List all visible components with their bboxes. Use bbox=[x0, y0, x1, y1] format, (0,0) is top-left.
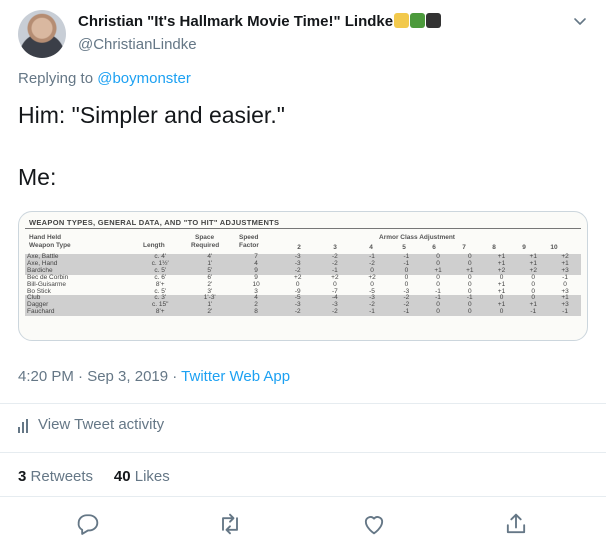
table-cell: -2 bbox=[316, 308, 354, 317]
weapon-table: Axe, Battle c. 4' 4' 7 -3 -2 -1 -1 0 0 +1 +1 +2 Axe, … bbox=[25, 253, 581, 317]
retweet-icon[interactable] bbox=[216, 510, 244, 538]
armor-class-header: 10 bbox=[550, 244, 558, 251]
armor-class-header: 5 bbox=[402, 244, 406, 251]
tweet-text-line-2: Me: bbox=[18, 164, 57, 190]
header-length: Length bbox=[143, 242, 165, 249]
header-speed: Speed bbox=[239, 234, 259, 241]
armor-class-header: 8 bbox=[492, 244, 496, 251]
table-row: Fauchard 8'+ 2' 8 -2 -2 -1 -1 0 0 0 -1 -1 bbox=[25, 308, 581, 317]
table-cell: Fauchard bbox=[25, 308, 134, 317]
divider bbox=[0, 452, 606, 453]
film-emoji-icon bbox=[394, 13, 410, 28]
replying-to: Replying to @boymonster bbox=[18, 70, 191, 87]
divider bbox=[0, 403, 606, 404]
tweet-meta: 4:20 PM · Sep 3, 2019 · Twitter Web App bbox=[18, 368, 290, 385]
header-space: Space bbox=[195, 234, 215, 241]
dragon-emoji-icon bbox=[410, 13, 426, 28]
header-armor-class: Armor Class Adjustment bbox=[379, 234, 455, 241]
replying-to-mention-link[interactable]: @boymonster bbox=[97, 70, 191, 87]
armor-class-header: 4 bbox=[369, 244, 373, 251]
tweet-text-line-1: Him: "Simpler and easier." bbox=[18, 102, 285, 128]
header-required: Required bbox=[191, 242, 220, 249]
table-title: WEAPON TYPES, GENERAL DATA, AND "TO HIT"… bbox=[29, 218, 280, 227]
table-cell: -1 bbox=[390, 308, 423, 317]
reply-icon[interactable] bbox=[74, 510, 102, 538]
tweet-stats: 3 Retweets 40 Likes bbox=[18, 468, 170, 485]
avatar[interactable] bbox=[18, 10, 66, 58]
table-cell: -1 bbox=[517, 308, 550, 317]
tweet-timestamp[interactable]: 4:20 PM · Sep 3, 2019 · bbox=[18, 368, 177, 385]
author-display-name[interactable]: Christian "It's Hallmark Movie Time!" Li… bbox=[78, 13, 393, 30]
chevron-down-icon[interactable] bbox=[570, 12, 590, 32]
likes-count: 40 bbox=[113, 468, 131, 485]
armor-class-header: 2 bbox=[297, 244, 301, 251]
divider bbox=[0, 496, 606, 497]
clapper-emoji-icon bbox=[426, 13, 442, 28]
header-hand-held: Hand Held bbox=[29, 234, 62, 241]
table-cell: 0 bbox=[485, 308, 518, 317]
table-rule bbox=[25, 228, 581, 229]
retweets-label: Retweets bbox=[30, 468, 94, 485]
header-factor: Factor bbox=[239, 242, 259, 249]
table-cell: -2 bbox=[279, 308, 317, 317]
tweet-source-link[interactable]: Twitter Web App bbox=[181, 368, 290, 385]
retweets-count: 3 bbox=[18, 468, 27, 485]
author-name-row[interactable]: Christian "It's Hallmark Movie Time!" Li… bbox=[78, 13, 442, 30]
armor-class-header: 9 bbox=[522, 244, 526, 251]
table-row: Dagger c. 15" 1' 2 -3 -3 -2 -2 0 0 +1 +1 +3 bbox=[25, 301, 581, 310]
table-cell: 2' bbox=[186, 308, 234, 317]
armor-class-header: 3 bbox=[333, 244, 337, 251]
tweet-image[interactable]: WEAPON TYPES, GENERAL DATA, AND "TO HIT"… bbox=[18, 211, 588, 341]
replying-to-prefix: Replying to bbox=[18, 70, 94, 87]
table-cell: 8'+ bbox=[133, 308, 187, 317]
table-cell: Bo Stick bbox=[27, 287, 51, 295]
view-tweet-activity[interactable]: View Tweet activity bbox=[18, 416, 164, 433]
retweets-stat[interactable]: 3 Retweets bbox=[18, 468, 93, 485]
table-row: Bo Stick c. 5' 3' 3 -9 -7 -5 -3 -1 0 +1 0 +3 bbox=[25, 287, 581, 296]
table-cell: -1 bbox=[549, 308, 581, 317]
bar-chart-icon bbox=[18, 416, 30, 433]
header-weapon-type: Weapon Type bbox=[29, 242, 71, 249]
table-cell: 0 bbox=[453, 308, 486, 317]
armor-class-header: 6 bbox=[432, 244, 436, 251]
likes-label: Likes bbox=[134, 468, 170, 485]
table-cell: 0 bbox=[422, 308, 454, 317]
likes-stat[interactable]: 40 Likes bbox=[114, 468, 170, 485]
share-icon[interactable] bbox=[502, 510, 530, 538]
view-tweet-activity-label: View Tweet activity bbox=[38, 416, 165, 433]
table-cell: -1 bbox=[353, 308, 391, 317]
armor-class-header: 7 bbox=[462, 244, 466, 251]
table-cell: 8 bbox=[233, 308, 280, 317]
table-row: Bardiche c. 5' 5' 9 -2 -1 0 0 +1 +1 +2 +2 +3 bbox=[25, 267, 581, 275]
like-icon[interactable] bbox=[360, 510, 388, 538]
author-handle[interactable]: @ChristianLindke bbox=[78, 36, 197, 53]
